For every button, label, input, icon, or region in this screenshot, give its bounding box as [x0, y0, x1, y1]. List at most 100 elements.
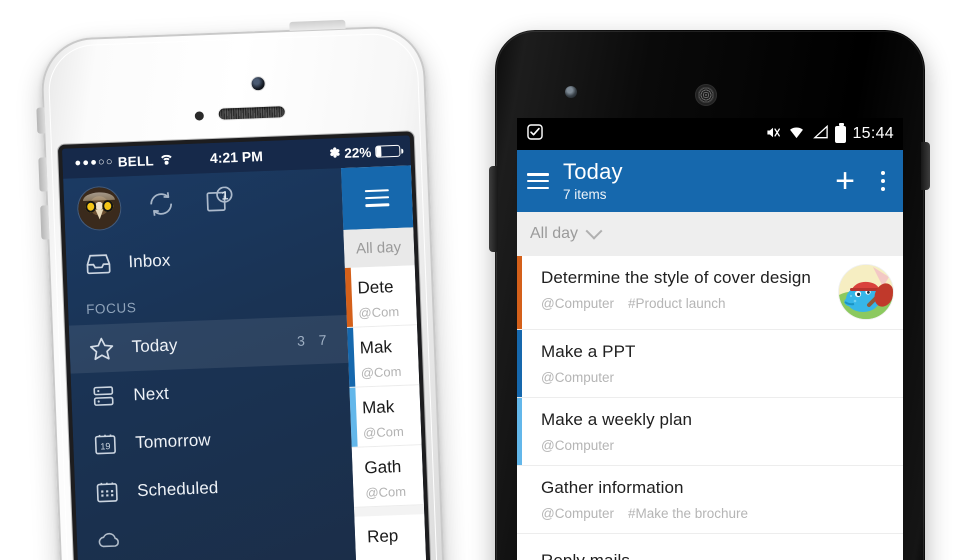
- task-title: Reply mails: [541, 551, 893, 560]
- task-subtitle: @Com: [362, 423, 405, 441]
- priority-color-bar: [517, 256, 522, 329]
- svg-text:19: 19: [100, 441, 110, 451]
- calendar-grid-icon: [93, 479, 122, 506]
- ios-peek-appbar: [340, 165, 414, 231]
- android-device: 15:44 Today 7 items + All day Determine …: [487, 26, 932, 560]
- task-subtitle: @Com: [358, 303, 400, 321]
- chevron-down-icon[interactable]: [585, 222, 603, 240]
- drawer-header: 1: [63, 168, 343, 241]
- sidebar-item-label: Tomorrow: [134, 430, 212, 453]
- notes-badge: 1: [221, 187, 229, 203]
- table-row[interactable]: Mak @Com: [349, 385, 422, 448]
- volume-muted-icon: [764, 124, 781, 145]
- wifi-icon: [787, 124, 806, 144]
- item-count-label: 7 items: [563, 186, 607, 202]
- plus-icon[interactable]: +: [829, 164, 861, 198]
- all-day-section-header[interactable]: All day: [517, 212, 903, 256]
- task-meta: @Computer #Make the brochure: [541, 506, 893, 521]
- iphone-device: ●●●○○ BELL 4:21 PM ✽ 22% 1 Inbox FOCUS T…: [21, 14, 463, 560]
- clock-label: 15:44: [852, 125, 894, 142]
- table-row[interactable]: Dete @Com: [344, 265, 418, 328]
- android-earpiece-speaker: [695, 84, 717, 106]
- iphone-silent-switch[interactable]: [36, 107, 46, 134]
- task-title: Rep: [366, 526, 399, 547]
- task-title: Mak: [359, 337, 393, 358]
- status-right-group: ✽ 22%: [329, 143, 401, 162]
- iphone-volume-down-button[interactable]: [40, 205, 50, 240]
- sidebar-item-label: Scheduled: [136, 478, 219, 501]
- battery-percent-label: 22%: [344, 144, 372, 161]
- calendar-19-icon: 19: [91, 431, 120, 458]
- status-left-group: [526, 123, 544, 145]
- ios-all-day-label: All day: [343, 227, 415, 268]
- task-title: Make a PPT: [541, 342, 636, 361]
- ios-sidebar-drawer: 1 Inbox FOCUS Today 3 7 Next 19 Tomorrow…: [63, 168, 358, 560]
- table-row[interactable]: Make a weekly plan @Computer: [517, 398, 903, 466]
- sidebar-item-label: Today: [131, 335, 178, 357]
- page-title: Today: [563, 159, 623, 185]
- overflow-menu-icon[interactable]: [875, 171, 891, 191]
- task-title: Mak: [361, 397, 395, 418]
- task-meta: @Computer: [541, 438, 893, 453]
- bluetooth-icon: ✽: [329, 145, 341, 161]
- owl-avatar[interactable]: [77, 186, 122, 231]
- carrier-label: BELL: [117, 152, 155, 170]
- inbox-icon: [84, 250, 113, 277]
- android-status-bar: 15:44: [517, 118, 903, 150]
- task-subtitle: @Com: [365, 483, 407, 501]
- task-context: @Computer: [541, 370, 614, 385]
- notes-icon[interactable]: 1: [202, 185, 235, 222]
- task-context: @Computer: [541, 438, 614, 453]
- iphone-screen: ●●●○○ BELL 4:21 PM ✽ 22% 1 Inbox FOCUS T…: [61, 135, 428, 560]
- hamburger-icon[interactable]: [364, 188, 390, 207]
- sidebar-item-label: Inbox: [128, 250, 171, 272]
- stack-icon: [89, 383, 118, 410]
- task-title: Dete: [357, 277, 394, 298]
- task-context: @Computer: [541, 506, 614, 521]
- sidebar-item-count: 3 7: [296, 331, 332, 349]
- table-row[interactable]: Gather information @Computer #Make the bro…: [517, 466, 903, 534]
- table-row[interactable]: Make a PPT @Computer: [517, 330, 903, 398]
- star-icon: [87, 335, 116, 362]
- android-app-bar: Today 7 items +: [517, 150, 903, 212]
- android-volume-button[interactable]: [489, 166, 498, 252]
- priority-color-bar: [517, 466, 522, 533]
- table-row[interactable]: Rep: [354, 514, 427, 560]
- iphone-volume-up-button[interactable]: [38, 157, 48, 192]
- table-row[interactable]: Gath @Com: [351, 445, 424, 508]
- task-meta: @Computer: [541, 370, 893, 385]
- wifi-icon: [158, 153, 175, 171]
- android-screen: 15:44 Today 7 items + All day Determine …: [517, 118, 903, 560]
- ios-content: 1 Inbox FOCUS Today 3 7 Next 19 Tomorrow…: [63, 165, 428, 560]
- task-tag: #Make the brochure: [627, 506, 749, 521]
- battery-full-icon: [835, 122, 847, 143]
- all-day-label: All day: [530, 225, 579, 242]
- hamburger-icon[interactable]: [527, 173, 549, 189]
- signal-icon: [812, 124, 829, 144]
- table-row[interactable]: Reply mails: [517, 534, 903, 560]
- task-title: Make a weekly plan: [541, 410, 693, 429]
- task-subtitle: @Com: [360, 363, 402, 381]
- status-right-group: 15:44: [764, 122, 894, 145]
- checkbox-check-icon: [526, 123, 544, 145]
- task-tag: #Product launch: [627, 296, 726, 311]
- sync-icon[interactable]: [146, 188, 177, 224]
- battery-icon: [375, 144, 401, 158]
- android-power-button[interactable]: [921, 142, 930, 190]
- priority-color-bar: [517, 534, 522, 560]
- cloud-icon: [95, 527, 124, 554]
- priority-color-bar: [517, 330, 522, 397]
- sidebar-item-label: Next: [133, 383, 170, 405]
- task-context: @Computer: [541, 296, 614, 311]
- dinosaur-avatar[interactable]: [839, 265, 893, 319]
- table-row[interactable]: Mak @Com: [347, 325, 420, 388]
- signal-dots-icon: ●●●○○: [74, 155, 114, 170]
- task-subtitle: [368, 552, 426, 554]
- ios-task-list: Dete @Com Mak @Com Mak @Com Gath @Com Rep: [344, 265, 427, 560]
- table-row[interactable]: Determine the style of cover design @Comp…: [517, 256, 903, 330]
- android-task-list: Determine the style of cover design @Comp…: [517, 256, 903, 560]
- task-title: Gather information: [541, 478, 684, 497]
- priority-color-bar: [517, 398, 522, 465]
- appbar-titles: Today 7 items: [563, 159, 815, 202]
- screenshot-stage: ●●●○○ BELL 4:21 PM ✽ 22% 1 Inbox FOCUS T…: [0, 0, 960, 560]
